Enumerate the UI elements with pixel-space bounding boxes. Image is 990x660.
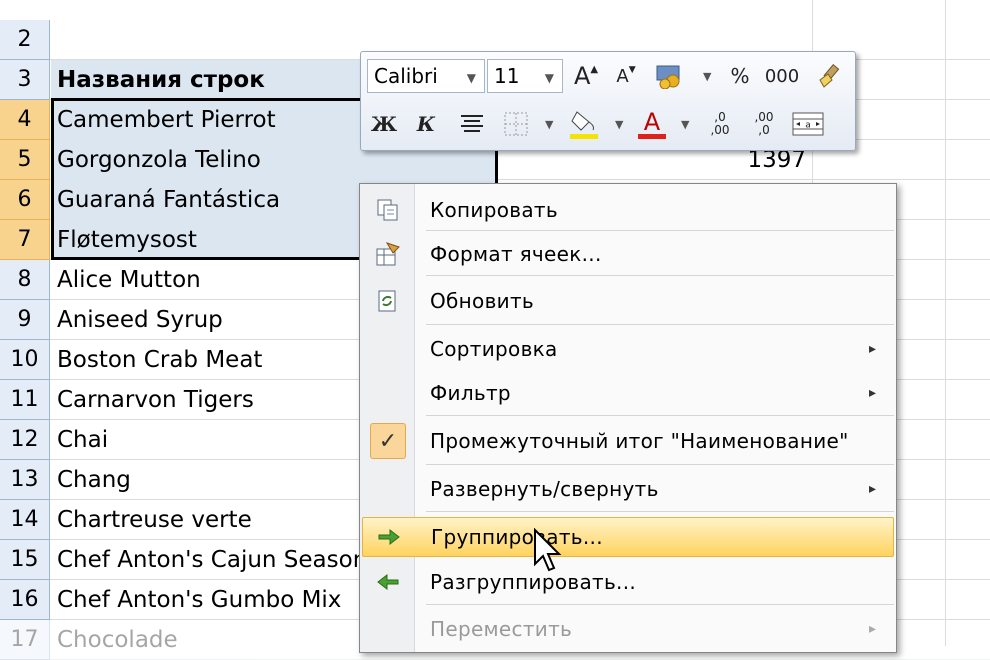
submenu-arrow-icon: ▸: [868, 341, 876, 357]
submenu-arrow-icon: ▸: [868, 481, 876, 497]
row-header[interactable]: 16: [0, 580, 50, 620]
format-painter-icon: [819, 64, 840, 88]
menu-item-format-cells[interactable]: Формат ячеек...: [362, 234, 894, 274]
menu-separator: [426, 415, 894, 416]
mini-toolbar: Calibri ▼ 11 ▼ A ▲ A ▼ ▼ % 000 Ж К ▼ ▼ A…: [360, 51, 856, 151]
menu-item-label: Промежуточный итог "Наименование": [430, 429, 849, 453]
row-header[interactable]: 2: [0, 20, 50, 60]
menu-item-subtotal[interactable]: ✓ Промежуточный итог "Наименование": [362, 421, 894, 461]
group-arrow-icon: [375, 523, 403, 551]
comma-style-button[interactable]: 000: [765, 59, 799, 93]
chevron-down-icon[interactable]: ▼: [545, 71, 554, 85]
submenu-arrow-icon: ▸: [868, 385, 876, 401]
borders-button[interactable]: [499, 107, 533, 141]
row-header[interactable]: 6: [0, 180, 50, 220]
menu-item-label: Переместить: [430, 617, 573, 641]
row-header[interactable]: 3: [0, 60, 50, 100]
refresh-icon: [374, 287, 402, 315]
accounting-format-icon: [656, 65, 680, 89]
menu-item-label: Копировать: [430, 198, 558, 222]
menu-item-refresh[interactable]: Обновить: [362, 281, 894, 321]
row-header[interactable]: 8: [0, 260, 50, 300]
format-painter-button[interactable]: [811, 59, 845, 93]
font-name-combo[interactable]: Calibri ▼: [367, 59, 485, 93]
percent-style-button[interactable]: %: [723, 59, 757, 93]
row-header[interactable]: 13: [0, 460, 50, 500]
font-size-combo[interactable]: 11 ▼: [487, 59, 563, 93]
fill-color-button[interactable]: [567, 107, 601, 141]
font-size-value: 11: [494, 64, 520, 88]
merge-center-icon: a: [792, 112, 824, 136]
chevron-down-icon[interactable]: ▼: [615, 118, 623, 131]
menu-separator: [426, 230, 894, 231]
font-color-button[interactable]: A: [635, 107, 669, 141]
mouse-cursor-icon: [534, 528, 562, 572]
menu-item-ungroup[interactable]: Разгруппировать...: [362, 562, 894, 602]
menu-item-label: Обновить: [430, 289, 535, 313]
font-color-icon: A: [643, 107, 661, 136]
merge-center-button[interactable]: a: [791, 107, 825, 141]
menu-item-sort[interactable]: Сортировка ▸: [362, 329, 894, 369]
fill-color-swatch: [570, 134, 598, 139]
grow-font-icon: A: [573, 62, 591, 90]
menu-item-filter[interactable]: Фильтр ▸: [362, 373, 894, 413]
menu-item-label: Сортировка: [430, 337, 558, 361]
menu-item-label: Группировать...: [431, 525, 603, 549]
font-name-value: Calibri: [374, 64, 438, 88]
copy-icon: [374, 196, 402, 224]
row-header[interactable]: 5: [0, 140, 50, 180]
context-menu: Копировать Формат ячеек... Обновить Сорт…: [359, 183, 897, 653]
borders-icon: [504, 112, 528, 136]
font-color-swatch: [638, 133, 666, 139]
menu-item-move[interactable]: Переместить ▸: [362, 609, 894, 649]
row-header[interactable]: 11: [0, 380, 50, 420]
fill-color-bucket-icon: [570, 111, 598, 139]
row-header[interactable]: 12: [0, 420, 50, 460]
chevron-down-icon[interactable]: ▼: [545, 118, 553, 131]
chevron-down-icon[interactable]: ▼: [467, 71, 476, 85]
row-header[interactable]: 17: [0, 620, 50, 660]
submenu-arrow-icon: ▸: [868, 621, 876, 637]
menu-separator: [426, 511, 894, 512]
menu-item-label: Формат ячеек...: [430, 242, 602, 266]
row-header[interactable]: 9: [0, 300, 50, 340]
row-header[interactable]: 15: [0, 540, 50, 580]
row-header[interactable]: 14: [0, 500, 50, 540]
bold-button[interactable]: Ж: [367, 107, 401, 141]
chevron-down-icon[interactable]: ▼: [681, 118, 689, 131]
increase-decimal-button[interactable]: ,0 ,00: [703, 107, 737, 141]
grow-font-button[interactable]: A ▲: [569, 59, 603, 93]
chevron-down-icon[interactable]: ▼: [703, 70, 711, 83]
italic-button[interactable]: К: [409, 107, 443, 141]
svg-text:a: a: [805, 121, 811, 131]
align-center-icon: [461, 115, 483, 132]
menu-separator: [426, 604, 894, 605]
menu-item-label: Фильтр: [430, 381, 511, 405]
ungroup-arrow-icon: [374, 568, 402, 596]
row-header[interactable]: 7: [0, 220, 50, 260]
decrease-decimal-button[interactable]: ,00 ,0: [747, 107, 781, 141]
center-align-button[interactable]: [455, 107, 489, 141]
menu-separator: [426, 275, 894, 276]
menu-item-group[interactable]: Группировать...: [362, 517, 894, 557]
shrink-font-icon: A: [616, 65, 629, 87]
checkmark-icon: ✓: [370, 423, 406, 459]
menu-separator: [426, 324, 894, 325]
shrink-font-button[interactable]: A ▼: [609, 59, 643, 93]
menu-separator: [426, 464, 894, 465]
menu-item-expand-collapse[interactable]: Развернуть/свернуть ▸: [362, 469, 894, 509]
row-header[interactable]: 4: [0, 100, 50, 140]
number-format-button[interactable]: [653, 59, 687, 93]
row-header[interactable]: 10: [0, 340, 50, 380]
menu-item-copy[interactable]: Копировать: [362, 190, 894, 230]
format-cells-icon: [374, 240, 402, 268]
menu-item-label: Развернуть/свернуть: [430, 477, 659, 501]
